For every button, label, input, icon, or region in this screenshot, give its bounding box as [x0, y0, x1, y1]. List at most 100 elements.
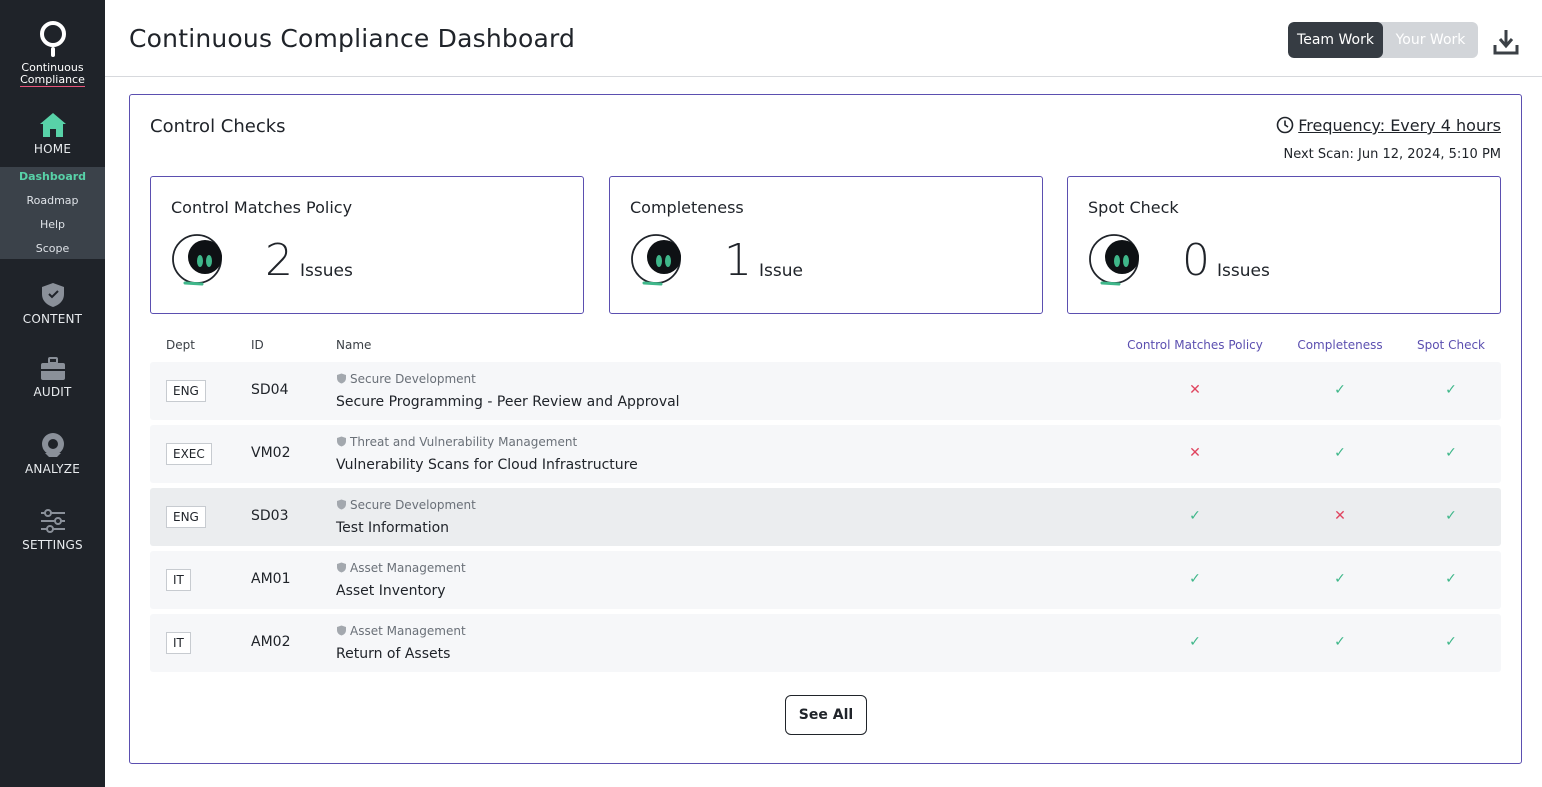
nav-analyze-label: ANALYZE: [24, 462, 81, 476]
check-icon: ✓: [1189, 571, 1201, 587]
row-category-label: Threat and Vulnerability Management: [350, 435, 578, 449]
row-id: AM02: [251, 634, 291, 650]
row-id: SD03: [251, 508, 289, 524]
row-category-label: Secure Development: [350, 498, 476, 512]
next-scan: Next Scan: Jun 12, 2024, 5:10 PM: [1283, 147, 1501, 162]
col-header-id[interactable]: ID: [251, 338, 264, 352]
shield-icon: [337, 562, 346, 573]
work-toggle: Team Work Your Work: [1288, 22, 1478, 58]
control-checks-panel: Control Checks Frequency: Every 4 hours …: [129, 94, 1522, 764]
check-icon: ✓: [1334, 382, 1346, 398]
subnav-scope[interactable]: Scope: [0, 239, 105, 263]
dept-badge: ENG: [166, 380, 206, 402]
issue-count: 1: [724, 235, 752, 286]
shield-icon: [337, 373, 346, 384]
clock-icon: [1276, 116, 1294, 134]
home-icon: [39, 113, 66, 137]
card-title: Spot Check: [1088, 198, 1179, 217]
robot-icon: [631, 234, 681, 286]
table-row[interactable]: IT AM01 Asset Management Asset Inventory…: [150, 551, 1501, 609]
issue-count: 2: [265, 235, 293, 286]
nav-audit[interactable]: AUDIT: [0, 357, 105, 399]
row-category: Secure Development: [336, 498, 476, 512]
issue-unit: Issues: [1217, 261, 1270, 281]
sliders-icon: [40, 509, 65, 533]
check-icon: ✓: [1334, 571, 1346, 587]
table-row[interactable]: ENG SD04 Secure Development Secure Progr…: [150, 362, 1501, 420]
row-id: AM01: [251, 571, 291, 587]
check-icon: ✓: [1445, 634, 1457, 650]
table-row[interactable]: ENG SD03 Secure Development Test Informa…: [150, 488, 1501, 546]
nav-settings-label: SETTINGS: [22, 538, 83, 552]
see-all-button[interactable]: See All: [785, 695, 867, 735]
check-icon: ✓: [1189, 508, 1201, 524]
row-category-label: Asset Management: [350, 624, 466, 638]
robot-icon: [172, 234, 222, 286]
row-name: Return of Assets: [336, 646, 451, 662]
nav-home[interactable]: HOME: [0, 112, 105, 156]
app-logo[interactable]: Continuous Compliance: [0, 20, 105, 87]
dept-badge: EXEC: [166, 443, 212, 465]
table-row[interactable]: IT AM02 Asset Management Return of Asset…: [150, 614, 1501, 672]
your-work-toggle[interactable]: Your Work: [1383, 22, 1478, 58]
check-icon: ✓: [1334, 445, 1346, 461]
briefcase-icon: [40, 357, 65, 380]
analyze-icon: [41, 433, 64, 457]
row-category: Threat and Vulnerability Management: [336, 435, 577, 449]
nav-content-label: CONTENT: [22, 312, 83, 326]
row-name: Secure Programming - Peer Review and App…: [336, 394, 680, 410]
col-header-name[interactable]: Name: [336, 338, 371, 352]
nav-settings[interactable]: SETTINGS: [0, 508, 105, 552]
row-id: VM02: [251, 445, 291, 461]
card-completeness[interactable]: Completeness 1 Issue: [609, 176, 1043, 314]
fail-icon: ✕: [1334, 508, 1346, 524]
nav-audit-label: AUDIT: [33, 385, 72, 399]
dept-badge: ENG: [166, 506, 206, 528]
subnav-roadmap[interactable]: Roadmap: [0, 191, 105, 215]
col-header-spot-check[interactable]: Spot Check: [1401, 338, 1501, 352]
col-header-completeness[interactable]: Completeness: [1280, 338, 1400, 352]
frequency-link[interactable]: Frequency: Every 4 hours: [1276, 116, 1501, 135]
page-title: Continuous Compliance Dashboard: [129, 24, 576, 53]
col-header-control-matches-policy[interactable]: Control Matches Policy: [1115, 338, 1275, 352]
col-header-dept[interactable]: Dept: [166, 338, 195, 352]
row-category-label: Asset Management: [350, 561, 466, 575]
sidebar: Continuous Compliance HOME Dashboard Roa…: [0, 0, 105, 787]
download-icon[interactable]: [1492, 28, 1520, 56]
check-icon: ✓: [1445, 382, 1457, 398]
table-row[interactable]: EXEC VM02 Threat and Vulnerability Manag…: [150, 425, 1501, 483]
shield-icon: [41, 283, 64, 307]
subnav-help[interactable]: Help: [0, 215, 105, 239]
logo-icon: [39, 20, 67, 58]
row-name: Test Information: [336, 520, 450, 536]
card-title: Completeness: [630, 198, 744, 217]
check-icon: ✓: [1334, 634, 1346, 650]
robot-icon: [1089, 234, 1139, 286]
check-icon: ✓: [1189, 634, 1201, 650]
row-category: Secure Development: [336, 372, 476, 386]
dept-badge: IT: [166, 569, 191, 591]
check-icon: ✓: [1445, 508, 1457, 524]
card-control-matches-policy[interactable]: Control Matches Policy 2 Issues: [150, 176, 584, 314]
issue-unit: Issues: [300, 261, 353, 281]
check-icon: ✓: [1445, 445, 1457, 461]
nav-analyze[interactable]: ANALYZE: [0, 432, 105, 476]
row-category: Asset Management: [336, 624, 466, 638]
row-category: Asset Management: [336, 561, 466, 575]
subnav-dashboard[interactable]: Dashboard: [0, 167, 105, 191]
shield-icon: [337, 436, 346, 447]
issue-unit: Issue: [759, 261, 803, 281]
row-name: Asset Inventory: [336, 583, 446, 599]
header: Continuous Compliance Dashboard Team Wor…: [105, 0, 1542, 77]
card-spot-check[interactable]: Spot Check 0 Issues: [1067, 176, 1501, 314]
row-name: Vulnerability Scans for Cloud Infrastruc…: [336, 457, 638, 473]
fail-icon: ✕: [1189, 445, 1201, 461]
issue-count: 0: [1182, 235, 1210, 286]
fail-icon: ✕: [1189, 382, 1201, 398]
row-id: SD04: [251, 382, 289, 398]
shield-icon: [337, 625, 346, 636]
row-category-label: Secure Development: [350, 372, 476, 386]
team-work-toggle[interactable]: Team Work: [1288, 22, 1383, 58]
nav-content[interactable]: CONTENT: [0, 282, 105, 326]
nav-home-label: HOME: [33, 142, 72, 156]
